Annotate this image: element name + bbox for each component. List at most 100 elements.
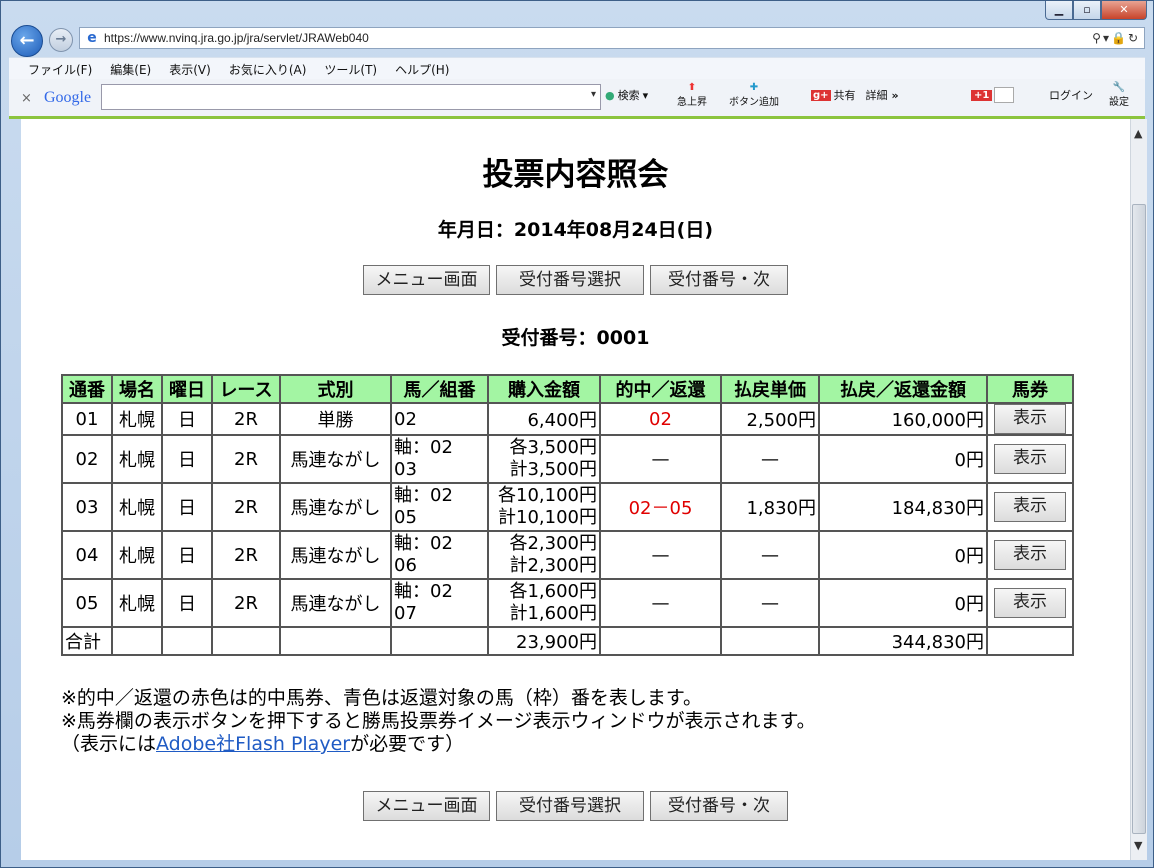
search-icon[interactable]: ⚲ bbox=[1092, 31, 1103, 45]
plus-icon: ✚ bbox=[749, 82, 759, 93]
google-search-button[interactable]: ● 検索 ▾ bbox=[605, 87, 648, 103]
cell-day: 日 bbox=[163, 436, 211, 482]
minimize-button[interactable]: ▁ bbox=[1045, 1, 1073, 20]
cell-no: 01 bbox=[63, 404, 111, 434]
menu-favorites[interactable]: お気に入り(A) bbox=[229, 61, 307, 78]
cell-place: 札幌 bbox=[113, 484, 161, 530]
show-ticket-button[interactable]: 表示 bbox=[994, 588, 1066, 618]
header-unit: 払戻単価 bbox=[722, 376, 818, 402]
menu-screen-button[interactable]: メニュー画面 bbox=[363, 791, 490, 821]
settings-label: 設定 bbox=[1109, 97, 1129, 108]
gplus-one-button[interactable]: +1 bbox=[971, 87, 1015, 103]
amount-total: 計10,100円 bbox=[498, 507, 597, 528]
cell-ticket: 表示 bbox=[988, 532, 1072, 578]
close-toolbar-icon[interactable]: × bbox=[21, 91, 32, 106]
combo-partner: 05 bbox=[394, 507, 417, 528]
bottom-button-row: メニュー画面 受付番号選択 受付番号・次 bbox=[21, 791, 1130, 821]
scroll-down-icon[interactable]: ▼ bbox=[1134, 839, 1142, 852]
amount-each: 各2,300円 bbox=[509, 533, 597, 554]
empty-cell bbox=[988, 628, 1072, 654]
combo-partner: 03 bbox=[394, 459, 417, 480]
scroll-up-icon[interactable]: ▲ bbox=[1134, 127, 1142, 140]
cell-type: 単勝 bbox=[281, 404, 390, 434]
add-button-button[interactable]: ✚ ボタン追加 bbox=[729, 82, 779, 108]
share-button[interactable]: g+ 共有 詳細 » bbox=[811, 87, 899, 103]
address-bar[interactable]: e https://www.nvinq.jra.go.jp/jra/servle… bbox=[79, 27, 1145, 49]
cell-unit: 1,830円 bbox=[722, 484, 818, 530]
note-line-2: ※馬券欄の表示ボタンを押下すると勝馬投票券イメージ表示ウィンドウが表示されます。 bbox=[61, 710, 816, 732]
amount-total: 計1,600円 bbox=[509, 603, 597, 624]
cell-hit: — bbox=[601, 436, 720, 482]
cell-place: 札幌 bbox=[113, 580, 161, 626]
close-button[interactable]: ✕ bbox=[1101, 1, 1147, 20]
page-title: 投票内容照会 bbox=[482, 157, 669, 193]
cell-combo: 軸：02 06 bbox=[392, 532, 487, 578]
cell-unit: — bbox=[722, 532, 818, 578]
cell-no: 03 bbox=[63, 484, 111, 530]
combo-axis: 軸：02 bbox=[394, 581, 453, 602]
cell-type: 馬連ながし bbox=[281, 436, 390, 482]
google-search-input[interactable] bbox=[101, 84, 601, 110]
menu-file[interactable]: ファイル(F) bbox=[28, 61, 92, 78]
receipt-select-button[interactable]: 受付番号選択 bbox=[496, 791, 644, 821]
receipt-select-button[interactable]: 受付番号選択 bbox=[496, 265, 644, 295]
top-button-row: メニュー画面 受付番号選択 受付番号・次 bbox=[21, 265, 1130, 295]
show-ticket-button[interactable]: 表示 bbox=[994, 492, 1066, 522]
cell-day: 日 bbox=[163, 532, 211, 578]
url-text[interactable]: https://www.nvinq.jra.go.jp/jra/servlet/… bbox=[104, 31, 1092, 45]
cell-payout: 0円 bbox=[820, 532, 986, 578]
show-ticket-button[interactable]: 表示 bbox=[994, 444, 1066, 474]
menu-edit[interactable]: 編集(E) bbox=[110, 61, 151, 78]
google-search-label: 検索 bbox=[617, 89, 640, 102]
cell-no: 02 bbox=[63, 436, 111, 482]
cell-payout: 0円 bbox=[820, 580, 986, 626]
login-label: ログイン bbox=[1049, 89, 1093, 102]
vertical-scrollbar[interactable]: ▲ ▼ bbox=[1130, 119, 1147, 860]
maximize-button[interactable]: ▫ bbox=[1073, 1, 1101, 20]
cell-amount: 各1,600円 計1,600円 bbox=[489, 580, 599, 626]
cell-type: 馬連ながし bbox=[281, 580, 390, 626]
show-ticket-button[interactable]: 表示 bbox=[994, 540, 1066, 570]
empty-cell bbox=[113, 628, 161, 654]
more-icon[interactable]: » bbox=[892, 89, 899, 102]
combo-partner: 06 bbox=[394, 555, 417, 576]
empty-cell bbox=[601, 628, 720, 654]
menu-screen-button[interactable]: メニュー画面 bbox=[363, 265, 490, 295]
receipt-next-button[interactable]: 受付番号・次 bbox=[650, 791, 788, 821]
receipt-next-button[interactable]: 受付番号・次 bbox=[650, 265, 788, 295]
cell-ticket: 表示 bbox=[988, 580, 1072, 626]
cell-day: 日 bbox=[163, 580, 211, 626]
share-label: 共有 bbox=[833, 89, 856, 102]
menu-view[interactable]: 表示(V) bbox=[169, 61, 211, 78]
forward-button[interactable]: → bbox=[49, 28, 73, 52]
back-button[interactable]: ← bbox=[11, 25, 43, 57]
chevron-down-icon[interactable]: ▾ bbox=[1103, 31, 1111, 45]
cell-ticket: 表示 bbox=[988, 484, 1072, 530]
flash-player-link[interactable]: Adobe社Flash Player bbox=[156, 733, 350, 755]
add-button-label: ボタン追加 bbox=[729, 97, 779, 108]
address-tools: ⚲▾🔒↻ bbox=[1092, 31, 1144, 45]
google-toolbar: × Google ●検索▾ ⬆ 急上昇 ✚ ボタン追加 g+共有詳細 » +1 ログイ… bbox=[9, 79, 1145, 119]
browser-window: ▁ ▫ ✕ ← → e https://www.nvinq.jra.go.jp/… bbox=[0, 0, 1154, 868]
lock-icon: 🔒 bbox=[1110, 31, 1128, 45]
cell-ticket: 表示 bbox=[988, 436, 1072, 482]
show-ticket-button[interactable]: 表示 bbox=[994, 404, 1066, 434]
cell-hit: — bbox=[601, 532, 720, 578]
login-button[interactable]: ログイン bbox=[1049, 87, 1093, 103]
amount-each: 各1,600円 bbox=[509, 581, 597, 602]
cell-type: 馬連ながし bbox=[281, 484, 390, 530]
trending-button[interactable]: ⬆ 急上昇 bbox=[677, 82, 707, 108]
menu-help[interactable]: ヘルプ(H) bbox=[395, 61, 449, 78]
notes: ※的中／返還の赤色は的中馬券、青色は返還対象の馬（枠）番を表します。 ※馬券欄の… bbox=[61, 687, 816, 756]
settings-button[interactable]: 🔧 設定 bbox=[1109, 82, 1129, 108]
refresh-icon[interactable]: ↻ bbox=[1128, 31, 1140, 45]
gplus-icon: g+ bbox=[811, 89, 831, 101]
cell-race: 2R bbox=[213, 580, 279, 626]
ie-icon: e bbox=[87, 30, 97, 46]
header-place: 場名 bbox=[113, 376, 161, 402]
google-logo: Google bbox=[44, 89, 91, 107]
scroll-thumb[interactable] bbox=[1132, 204, 1146, 834]
forward-arrow-icon: → bbox=[55, 32, 67, 47]
detail-label[interactable]: 詳細 bbox=[866, 87, 888, 103]
menu-tools[interactable]: ツール(T) bbox=[324, 61, 377, 78]
